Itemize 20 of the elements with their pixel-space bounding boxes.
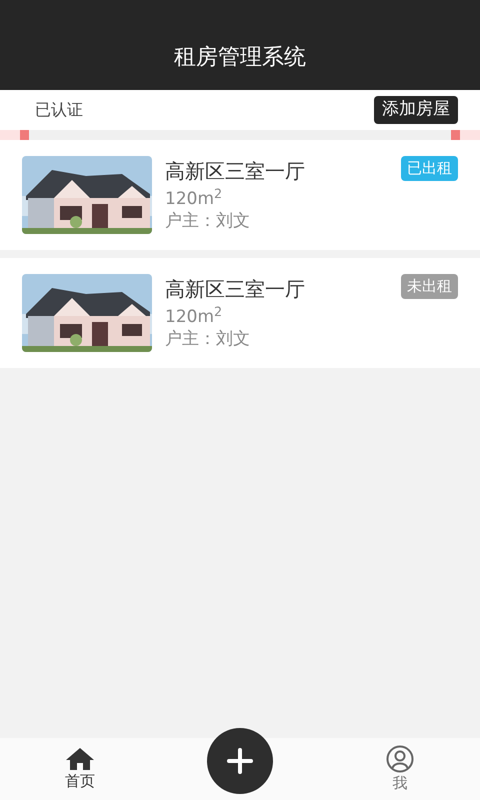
listing-area: 120m$^{2}$ (165, 188, 222, 210)
nav-tab[interactable]: 我 (370, 745, 430, 793)
nav-tab[interactable]: 首页 (50, 747, 110, 791)
listing-owner: 户主：刘文 (165, 328, 250, 350)
plus-icon (227, 748, 253, 774)
listing-card[interactable]: 高新区三室一厅 120m$^{2}$ 户主：刘文 已出租 (0, 140, 480, 250)
app-title: 租房管理系统 (174, 44, 306, 72)
listing-title: 高新区三室一厅 (165, 276, 306, 302)
progress-marker (451, 130, 480, 140)
listing-title: 高新区三室一厅 (165, 158, 306, 184)
listing-area: 120m$^{2}$ (165, 306, 222, 328)
status-badge: 已出租 (401, 156, 458, 180)
listing-owner: 户主：刘文 (165, 210, 250, 232)
verified-label: 已认证 (35, 99, 83, 121)
progress-marker (0, 130, 29, 140)
listing-card[interactable]: 高新区三室一厅 120m$^{2}$ 户主：刘文 未出租 (0, 258, 480, 368)
status-badge: 未出租 (401, 274, 458, 298)
add-house-button[interactable]: 添加房屋 (374, 96, 458, 124)
user-icon (386, 745, 414, 773)
home-icon (65, 747, 95, 771)
